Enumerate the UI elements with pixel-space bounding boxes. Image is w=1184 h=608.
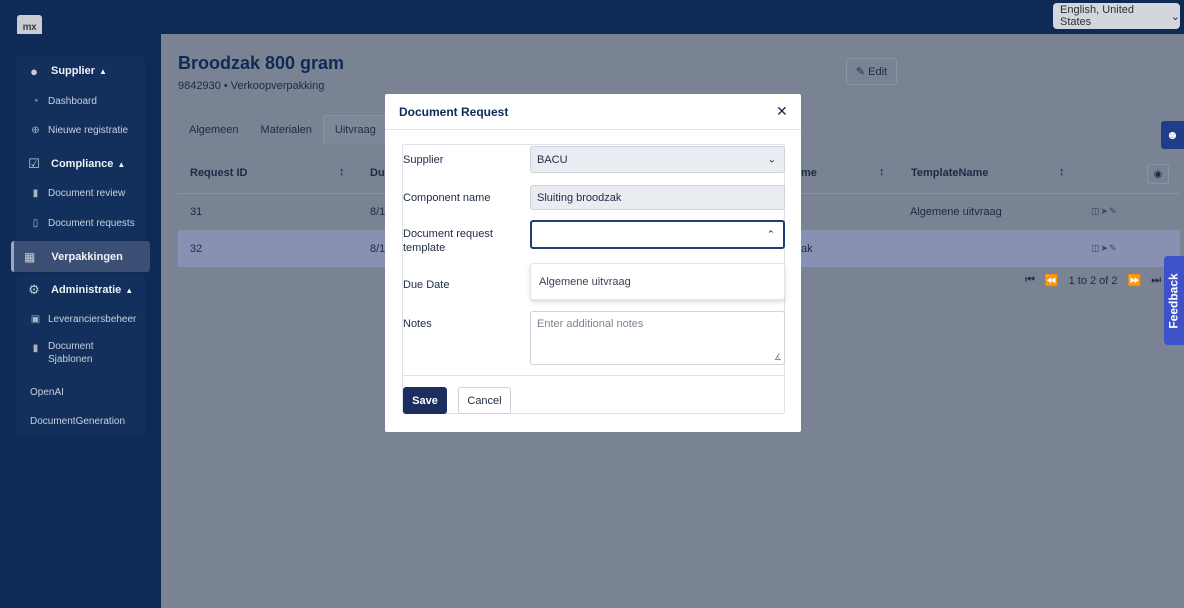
top-bar: mx English, United States ⌄ [0,0,1184,39]
sidebar-item-label: Document Sjablonen [48,341,94,365]
component-name-label: Component name [403,192,491,204]
sidebar-item-label: Verpakkingen [51,250,123,263]
pagination: ⏮ ⏪ 1 to 2 of 2 ⏩ ⏭ [1025,274,1161,287]
feedback-tab[interactable]: Feedback [1164,256,1184,345]
language-label: English, United States [1060,4,1134,28]
notes-label: Notes [403,318,432,330]
sidebar-item-document-review[interactable]: ▮ Document review [16,179,145,208]
save-button[interactable]: Save [403,387,447,414]
sidebar-item-label: Leveranciersbeheer [48,314,137,325]
user-support-icon[interactable]: ☻ [1161,121,1184,149]
sidebar-item-openai[interactable]: OpenAI [16,378,145,407]
row-action-icons[interactable]: ◫➤✎ [1091,206,1118,217]
caret-up-icon: ▲ [125,285,134,295]
sidebar-item-label: Nieuwe registratie [48,125,129,136]
cell-request-id: 32 [190,243,203,255]
tab-algemeen[interactable]: Algemeen [178,115,250,144]
checkbox-icon: ☑ [28,156,40,171]
caret-up-icon: ▲ [117,159,126,169]
dialog-title: Document Request [399,105,509,119]
sidebar-head-label: Supplier [51,65,96,77]
column-header-request-id[interactable]: Request ID [190,167,247,179]
sidebar-head-label: Compliance [51,158,114,170]
dashboard-icon: ◔ [32,96,39,107]
sort-icon[interactable]: ↕ [879,166,885,178]
document-search-icon: ▯ [32,218,39,229]
row-action-icons[interactable]: ◫➤✎ [1091,243,1118,254]
sidebar-head-compliance[interactable]: ☑ Compliance ▲ [16,149,145,179]
bank-icon: ▣ [30,314,41,325]
sidebar-item-label: DocumentGeneration [30,416,126,427]
sidebar-item-document-sjablonen[interactable]: ▮ Document Sjablonen [16,340,145,376]
tab-materialen[interactable]: Materialen [250,115,323,144]
column-header-templatename[interactable]: TemplateName [911,167,988,179]
page-title: Broodzak 800 gram [178,53,345,73]
supplier-select[interactable]: BACU ⌄ [530,146,785,173]
prev-page-icon[interactable]: ⏪ [1045,274,1059,287]
supplier-label: Supplier [403,154,444,166]
pagination-label: 1 to 2 of 2 [1068,274,1118,287]
sidebar-head-supplier[interactable]: ● Supplier ▲ [16,56,145,86]
sidebar-item-leveranciersbeheer[interactable]: ▣ Leveranciersbeheer [16,305,145,334]
notes-textarea[interactable]: Enter additional notes ∡ [530,311,785,365]
column-header-due[interactable]: Du [370,167,385,179]
tab-bar: Algemeen Materialen Uitvraag [178,115,388,145]
sidebar-head-label: Administratie [51,284,122,296]
template-select[interactable]: ⌃ [530,220,785,249]
component-name-value: Sluiting broodzak [537,191,622,204]
cell-request-id: 31 [190,206,203,218]
page-subtitle: 9842930 • Verkoopverpakking [178,80,325,92]
gear-icon: ⚙ [28,282,40,297]
document-icon: ▮ [32,188,39,199]
feedback-label: Feedback [1167,272,1182,329]
sidebar: ● Supplier ▲ ◔ Dashboard ⊕ Nieuwe regist… [0,34,161,608]
close-icon[interactable]: ✕ [776,103,788,120]
template-option-algemene-uitvraag[interactable]: Algemene uitvraag [530,263,785,300]
sidebar-item-label: Document requests [48,218,135,229]
sidebar-item-nieuwe-registratie[interactable]: ⊕ Nieuwe registratie [16,116,145,145]
component-name-field[interactable]: Sluiting broodzak [530,185,785,210]
sidebar-item-documentgeneration[interactable]: DocumentGeneration [16,407,145,436]
caret-up-icon: ▲ [99,66,107,76]
document-request-dialog: Document Request ✕ Supplier BACU ⌄ Compo… [385,94,801,432]
resize-handle-icon[interactable]: ∡ [774,352,782,363]
sidebar-item-document-requests[interactable]: ▯ Document requests [16,209,145,238]
chevron-up-icon: ⌃ [766,229,775,240]
template-label: Document request template [403,228,493,254]
tab-uitvraag[interactable]: Uitvraag [322,115,388,144]
sidebar-item-label: Dashboard [48,96,97,107]
chevron-down-icon: ⌄ [1170,10,1180,23]
due-date-label: Due Date [403,279,450,291]
form-divider [403,375,784,376]
request-form: Supplier BACU ⌄ Component name Sluiting … [402,144,785,414]
language-select[interactable]: English, United States ⌄ [1053,3,1180,29]
sidebar-item-dashboard[interactable]: ◔ Dashboard [16,87,145,116]
notes-placeholder: Enter additional notes [537,318,644,330]
cancel-button[interactable]: Cancel [458,387,511,414]
cell-component: ak [801,243,813,255]
last-page-icon[interactable]: ⏭ [1151,274,1161,287]
edit-button[interactable]: ✎ Edit [846,58,897,85]
eye-icon[interactable]: ◉ [1147,164,1169,184]
plus-circle-icon: ⊕ [31,125,40,136]
user-icon: ● [30,63,38,79]
chevron-down-icon: ⌄ [767,154,776,165]
cell-template: Algemene uitvraag [910,206,1002,218]
sort-icon[interactable]: ↕ [339,166,345,178]
dialog-header: Document Request ✕ [385,94,801,130]
cell-due: 8/1 [370,243,386,255]
next-page-icon[interactable]: ⏩ [1128,274,1142,287]
column-header-component[interactable]: me [801,167,817,179]
boxes-icon: ▦ [24,249,36,264]
sidebar-item-label: Document review [48,188,126,199]
edit-button-label: Edit [868,65,888,78]
first-page-icon[interactable]: ⏮ [1025,274,1035,287]
sort-icon[interactable]: ↕ [1059,166,1065,178]
supplier-value: BACU [537,153,568,166]
sidebar-head-administratie[interactable]: ⚙ Administratie ▲ [16,275,145,305]
sidebar-item-label: OpenAI [30,387,64,398]
sidebar-item-verpakkingen[interactable]: ▦ Verpakkingen [11,241,150,272]
cell-due: 8/1 [370,206,386,218]
pencil-icon: ✎ [855,66,866,78]
